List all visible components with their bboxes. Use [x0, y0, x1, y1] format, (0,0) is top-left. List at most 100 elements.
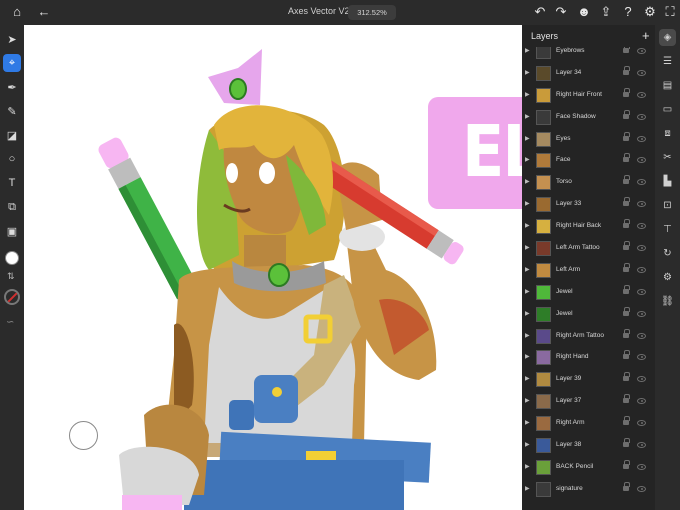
arrange-button[interactable]: ⊡	[659, 197, 676, 214]
layer-row[interactable]: ▶ Torso	[522, 172, 655, 194]
expand-chevron-icon[interactable]: ▶	[525, 91, 530, 98]
expand-chevron-icon[interactable]: ▶	[525, 178, 530, 185]
lock-icon[interactable]	[623, 65, 630, 76]
eye-visibility-icon[interactable]	[637, 48, 646, 54]
cut-button[interactable]: ✂	[659, 149, 676, 166]
lasso-icon[interactable]: ∽	[6, 317, 14, 328]
lock-icon[interactable]	[623, 416, 630, 426]
gear-icon[interactable]: ⚙	[642, 4, 658, 20]
expand-chevron-icon[interactable]: ▶	[525, 332, 530, 339]
layer-list[interactable]: ▶ Eyebrows ▶ Layer 34 ▶ Right Hair Front ▶ Face…	[522, 41, 655, 501]
rotate-button[interactable]: ↻	[659, 245, 676, 262]
layer-row[interactable]: ▶ Layer 37	[522, 391, 655, 413]
fullscreen-icon[interactable]: ⛶	[662, 4, 678, 20]
layer-row[interactable]: ▶ Left Arm Tattoo	[522, 238, 655, 260]
layer-row[interactable]: ▶ Right Hair Front	[522, 85, 655, 107]
expand-chevron-icon[interactable]: ▶	[525, 156, 530, 163]
expand-chevron-icon[interactable]: ▶	[525, 441, 530, 448]
lock-icon[interactable]	[623, 481, 630, 492]
artboard-canvas[interactable]: ELR	[24, 25, 522, 510]
expand-chevron-icon[interactable]: ▶	[525, 397, 530, 404]
eye-visibility-icon[interactable]	[637, 485, 646, 492]
eye-visibility-icon[interactable]	[637, 113, 646, 120]
eye-visibility-icon[interactable]	[637, 398, 646, 405]
lock-icon[interactable]	[623, 44, 630, 54]
layer-row[interactable]: ▶ Layer 33	[522, 194, 655, 216]
shape-tool[interactable]: ○	[3, 150, 21, 168]
image-tool[interactable]: ▣	[3, 222, 21, 240]
lock-icon[interactable]	[623, 109, 630, 120]
expand-chevron-icon[interactable]: ▶	[525, 310, 530, 317]
layer-row[interactable]: ▶ Jewel	[522, 282, 655, 304]
stroke-color-swatch[interactable]	[4, 289, 20, 305]
eye-visibility-icon[interactable]	[637, 288, 646, 295]
eye-visibility-icon[interactable]	[637, 420, 646, 427]
layer-row[interactable]: ▶ Eyes	[522, 129, 655, 151]
fill-color-swatch[interactable]	[5, 251, 19, 265]
lock-icon[interactable]	[623, 153, 630, 163]
expand-chevron-icon[interactable]: ▶	[525, 288, 530, 295]
eye-visibility-icon[interactable]	[637, 376, 646, 383]
properties-button[interactable]: ☰	[659, 53, 676, 70]
lock-icon[interactable]	[623, 241, 630, 251]
lock-icon[interactable]	[623, 438, 630, 448]
pen-tool[interactable]: ✒	[3, 78, 21, 96]
eye-visibility-icon[interactable]	[637, 266, 646, 273]
lock-icon[interactable]	[623, 328, 630, 339]
layer-row[interactable]: ▶ Face	[522, 150, 655, 172]
invite-user-icon[interactable]: ☻	[576, 4, 592, 20]
eye-visibility-icon[interactable]	[637, 69, 646, 76]
undo-icon[interactable]: ↶	[532, 4, 548, 20]
align-button[interactable]: ▙	[659, 173, 676, 190]
layer-row[interactable]: ▶ Jewel	[522, 304, 655, 326]
lock-icon[interactable]	[623, 459, 630, 470]
eye-visibility-icon[interactable]	[637, 442, 646, 449]
lock-icon[interactable]	[623, 306, 630, 317]
eye-visibility-icon[interactable]	[637, 91, 646, 98]
layer-row[interactable]: ▶ Right Arm	[522, 413, 655, 435]
eye-visibility-icon[interactable]	[637, 245, 646, 252]
layer-row[interactable]: ▶ Layer 38	[522, 435, 655, 457]
expand-chevron-icon[interactable]: ▶	[525, 200, 530, 207]
lock-icon[interactable]	[623, 394, 630, 404]
transform-button[interactable]: ⊤	[659, 221, 676, 238]
eye-visibility-icon[interactable]	[637, 354, 646, 361]
help-icon[interactable]: ?	[620, 4, 636, 20]
layer-row[interactable]: ▶ Layer 39	[522, 369, 655, 391]
layer-row[interactable]: ▶ Face Shadow	[522, 107, 655, 129]
comments-button[interactable]: ▭	[659, 101, 676, 118]
expand-chevron-icon[interactable]: ▶	[525, 222, 530, 229]
brush-tool[interactable]: ✎	[3, 102, 21, 120]
lock-icon[interactable]	[623, 219, 630, 229]
redo-icon[interactable]: ↷	[553, 4, 569, 20]
eye-visibility-icon[interactable]	[637, 157, 646, 164]
lock-icon[interactable]	[623, 262, 630, 273]
eraser-tool[interactable]: ◪	[3, 126, 21, 144]
home-icon[interactable]: ⌂	[9, 4, 25, 20]
lock-icon[interactable]	[623, 197, 630, 207]
eye-visibility-icon[interactable]	[637, 201, 646, 208]
eye-visibility-icon[interactable]	[637, 310, 646, 317]
lock-icon[interactable]	[623, 350, 630, 360]
layers-panel-button[interactable]: ◈	[659, 29, 676, 46]
expand-chevron-icon[interactable]: ▶	[525, 135, 530, 142]
expand-chevron-icon[interactable]: ▶	[525, 485, 530, 492]
expand-chevron-icon[interactable]: ▶	[525, 463, 530, 470]
layer-row[interactable]: ▶ BACK Pencil	[522, 457, 655, 479]
layer-row[interactable]: ▶ Right Arm Tattoo	[522, 326, 655, 348]
layer-row[interactable]: ▶ signature	[522, 479, 655, 501]
expand-chevron-icon[interactable]: ▶	[525, 113, 530, 120]
share-icon[interactable]: ⇪	[598, 4, 614, 20]
layer-row[interactable]: ▶ Left Arm	[522, 260, 655, 282]
expand-chevron-icon[interactable]: ▶	[525, 69, 530, 76]
link-button[interactable]: ⛓	[659, 293, 676, 310]
lock-icon[interactable]	[623, 372, 630, 382]
eye-visibility-icon[interactable]	[637, 332, 646, 339]
libraries-button[interactable]: ▤	[659, 77, 676, 94]
zoom-level[interactable]: 312.52%	[348, 5, 396, 20]
back-arrow-icon[interactable]: ←	[36, 4, 52, 20]
expand-chevron-icon[interactable]: ▶	[525, 266, 530, 273]
settings-button[interactable]: ⚙	[659, 269, 676, 286]
expand-chevron-icon[interactable]: ▶	[525, 353, 530, 360]
swap-colors-icon[interactable]: ⇅	[7, 271, 15, 282]
